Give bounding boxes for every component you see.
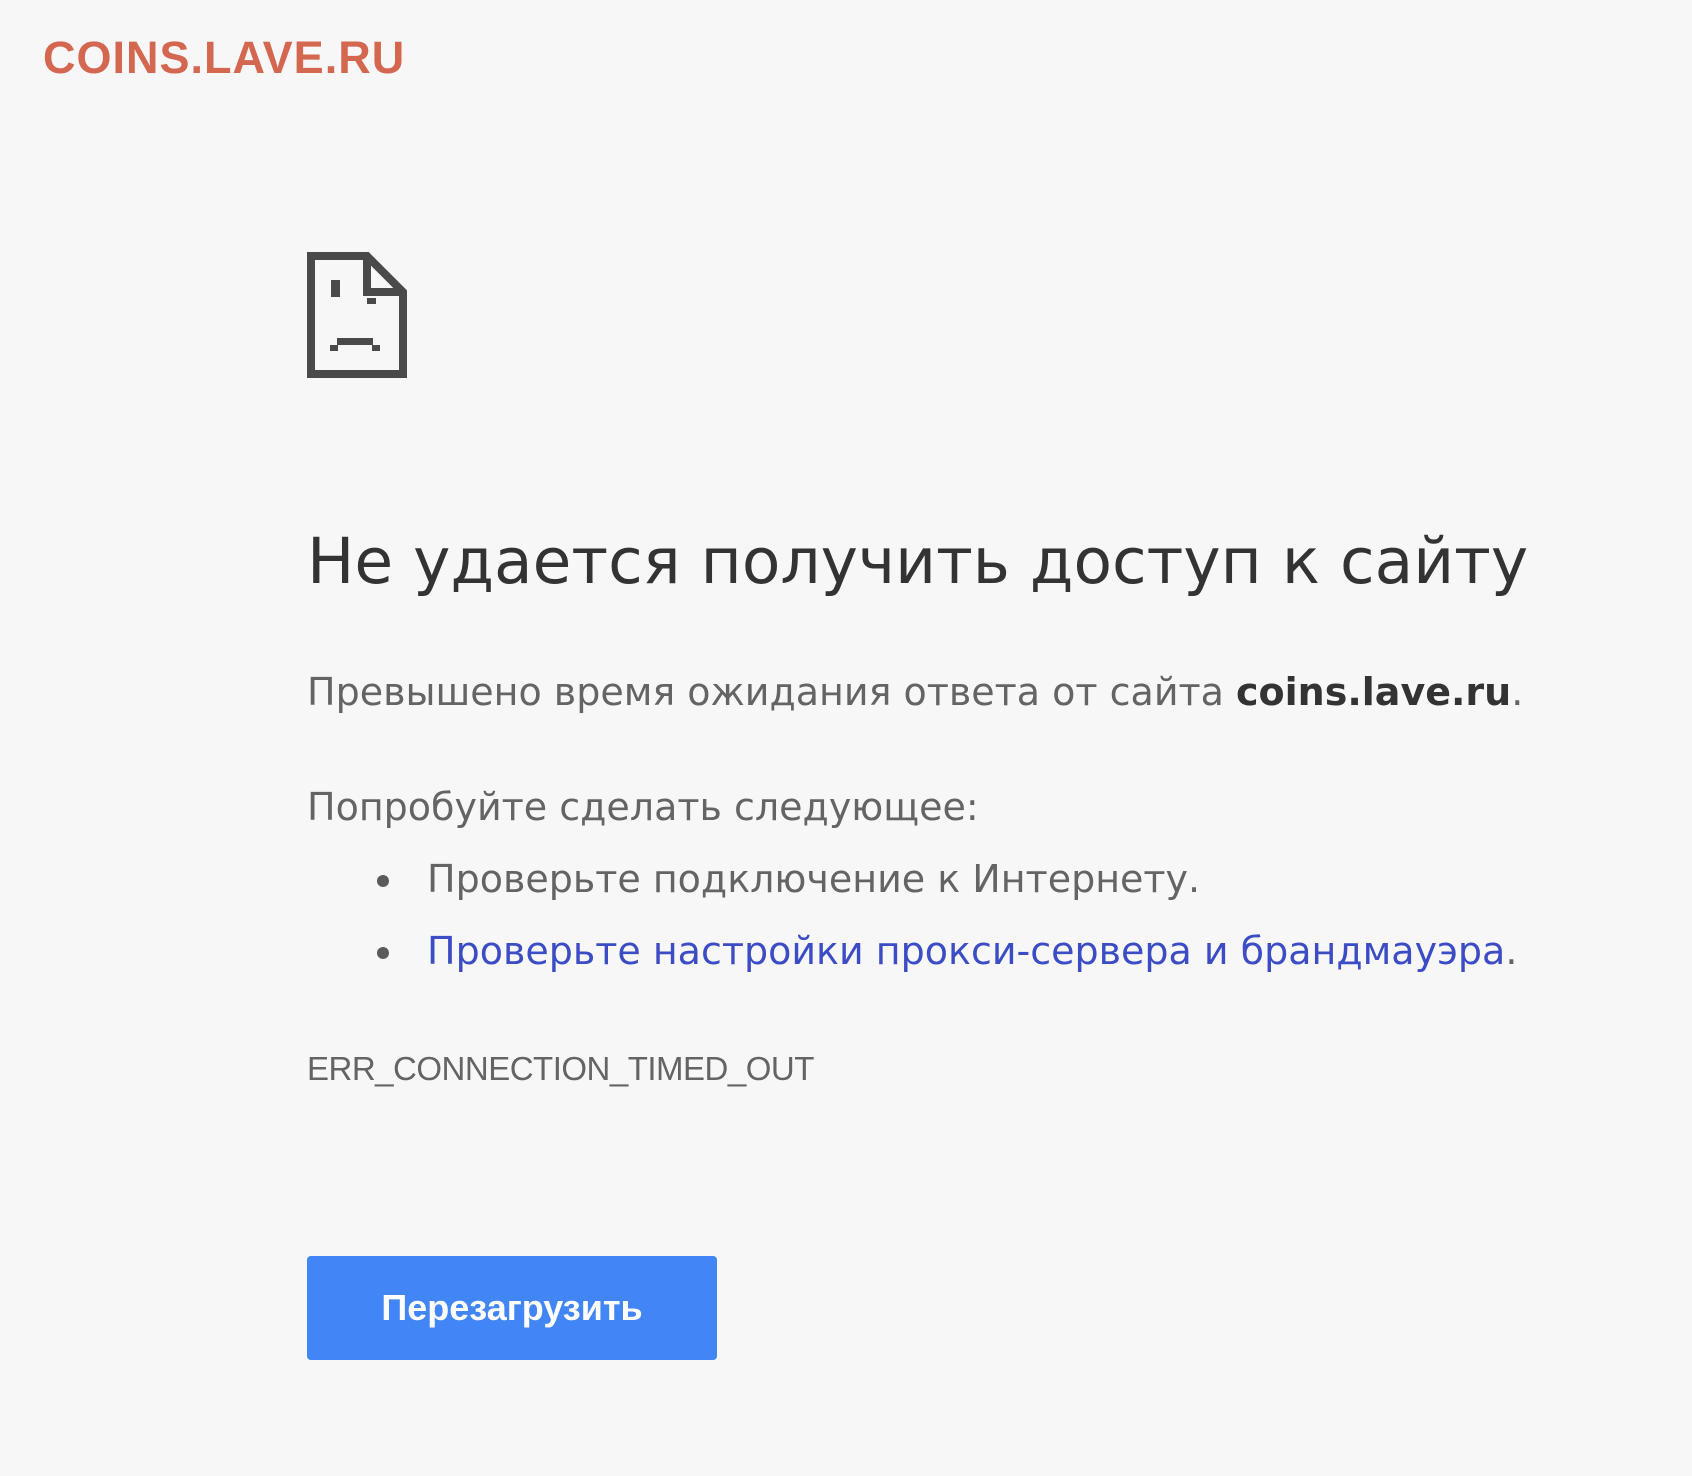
suggestions-list: Проверьте подключение к Интернету. Прове… [307, 853, 1517, 997]
sad-document-icon [307, 252, 407, 378]
suggestion-check-connection: Проверьте подключение к Интернету. [307, 853, 1517, 925]
summary-host: coins.lave.ru [1236, 670, 1512, 714]
suggestion-suffix: . [1505, 929, 1518, 973]
suggestion-text: Проверьте подключение к Интернету. [427, 857, 1201, 901]
summary-text: Превышено время ожидания ответа от сайта [307, 670, 1237, 714]
error-code: ERR_CONNECTION_TIMED_OUT [307, 1050, 814, 1087]
reload-button[interactable]: Перезагрузить [307, 1256, 717, 1360]
proxy-settings-link[interactable]: Проверьте настройки прокси-сервера и бра… [427, 929, 1505, 973]
bullet-icon [377, 875, 389, 887]
bullet-icon [377, 947, 389, 959]
error-summary: Превышено время ожидания ответа от сайта… [307, 666, 1523, 718]
error-heading: Не удается получить доступ к сайту [307, 525, 1529, 598]
summary-suffix: . [1511, 670, 1524, 714]
watermark: COINS.LAVE.RU [43, 32, 406, 83]
suggestions-title: Попробуйте сделать следующее: [307, 785, 979, 829]
suggestion-check-proxy: Проверьте настройки прокси-сервера и бра… [307, 925, 1517, 997]
